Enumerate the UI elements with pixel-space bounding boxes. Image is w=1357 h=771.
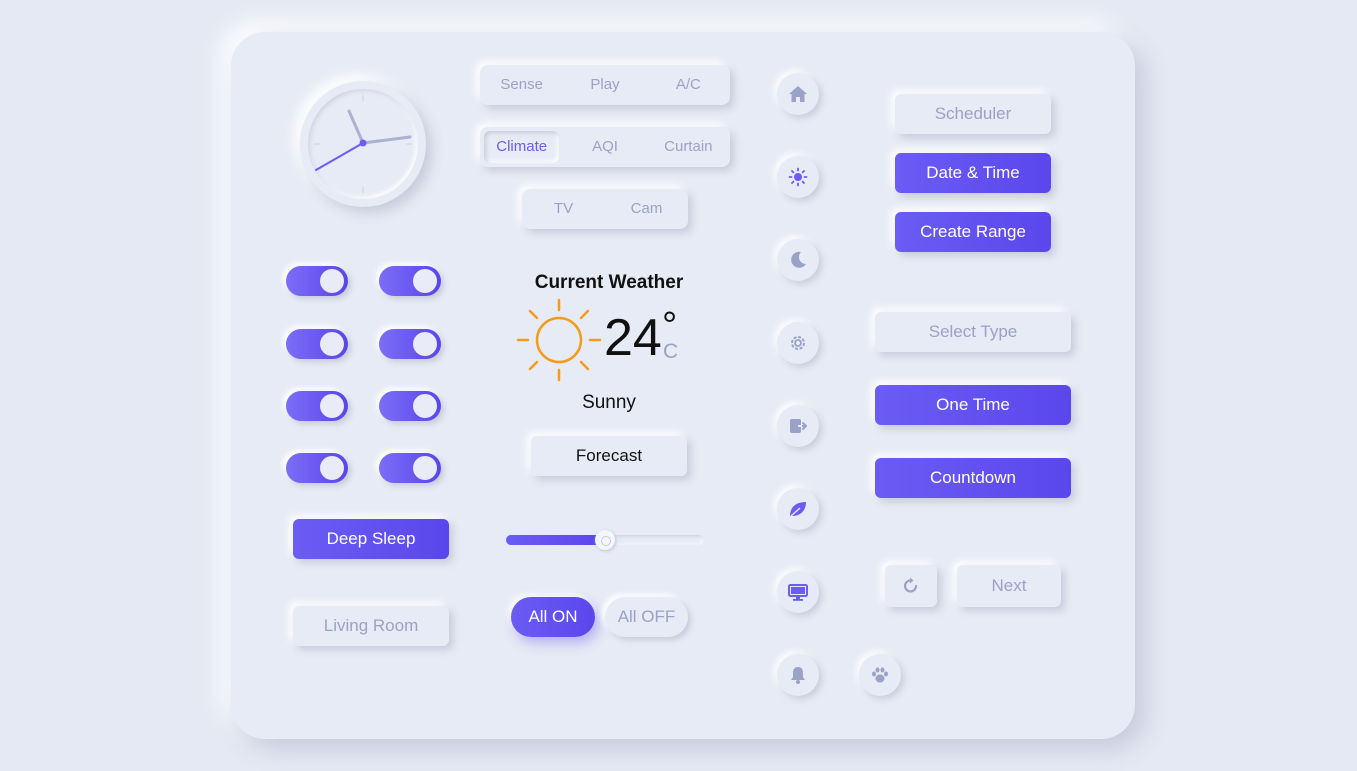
tab-play[interactable]: Play [567, 69, 642, 101]
tab-sense[interactable]: Sense [484, 69, 559, 101]
tab-cam[interactable]: Cam [609, 193, 684, 225]
analog-clock [300, 81, 426, 207]
toggle-switch-8[interactable] [379, 453, 441, 483]
sun-icon [516, 298, 602, 384]
second-hand [315, 142, 364, 171]
all-off-button[interactable]: All OFF [605, 597, 688, 637]
tab-curtain[interactable]: Curtain [651, 131, 726, 163]
toggle-switch-2[interactable] [379, 266, 441, 296]
living-room-button[interactable]: Living Room [293, 606, 449, 646]
tab-climate[interactable]: Climate [484, 131, 559, 163]
tab-ac[interactable]: A/C [651, 69, 726, 101]
logout-icon[interactable] [777, 405, 819, 447]
sun-icon[interactable] [777, 156, 819, 198]
create-range-button[interactable]: Create Range [895, 212, 1051, 252]
temperature-unit: C [663, 340, 679, 363]
next-button[interactable]: Next [957, 565, 1061, 607]
brightness-slider[interactable] [506, 530, 704, 550]
leaf-icon[interactable] [777, 488, 819, 530]
tab-aqi[interactable]: AQI [567, 131, 642, 163]
paw-icon[interactable] [859, 654, 901, 696]
slider-fill [506, 535, 605, 545]
home-icon[interactable] [777, 73, 819, 115]
settings-icon[interactable] [777, 322, 819, 364]
weather-title: Current Weather [534, 272, 684, 293]
weather-condition: Sunny [582, 392, 636, 413]
forecast-button[interactable]: Forecast [531, 436, 687, 476]
countdown-button[interactable]: Countdown [875, 458, 1071, 498]
minute-hand [361, 135, 412, 145]
toggle-switch-5[interactable] [286, 391, 348, 421]
clock-face [308, 89, 418, 199]
monitor-icon[interactable] [777, 571, 819, 613]
toggle-switch-7[interactable] [286, 453, 348, 483]
date-time-button[interactable]: Date & Time [895, 153, 1051, 193]
tab-tv[interactable]: TV [526, 193, 601, 225]
mode-tabs-row-1: Sense Play A/C [480, 65, 730, 105]
mode-tabs-row-2: Climate AQI Curtain [480, 127, 730, 167]
toggle-switch-1[interactable] [286, 266, 348, 296]
all-on-button[interactable]: All ON [511, 597, 595, 637]
bell-icon[interactable] [777, 654, 819, 696]
slider-thumb[interactable] [595, 530, 615, 550]
hour-hand [347, 109, 365, 145]
select-type-button[interactable]: Select Type [875, 312, 1071, 352]
temperature-value: 24 [604, 309, 662, 367]
scheduler-button[interactable]: Scheduler [895, 94, 1051, 134]
one-time-button[interactable]: One Time [875, 385, 1071, 425]
refresh-icon [903, 577, 918, 593]
toggle-switch-3[interactable] [286, 329, 348, 359]
toggle-switch-6[interactable] [379, 391, 441, 421]
toggle-switch-4[interactable] [379, 329, 441, 359]
mode-tabs-row-3: TV Cam [522, 189, 688, 229]
deep-sleep-button[interactable]: Deep Sleep [293, 519, 449, 559]
moon-icon[interactable] [777, 239, 819, 281]
refresh-button[interactable] [885, 565, 937, 607]
